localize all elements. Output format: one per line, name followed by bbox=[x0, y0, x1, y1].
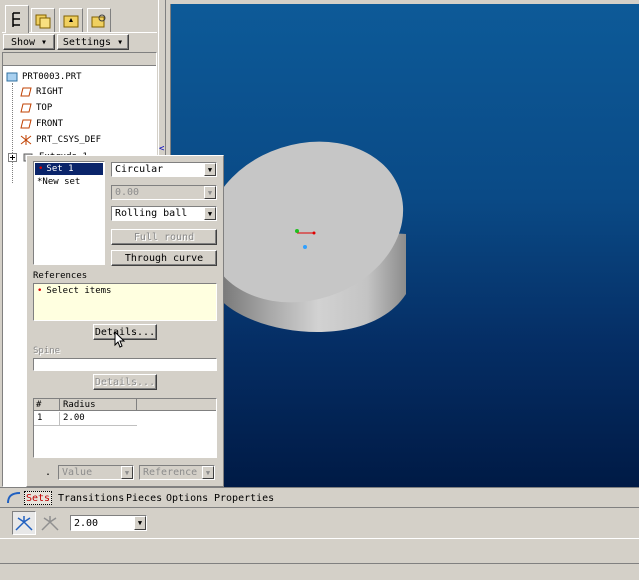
bullet-icon: . bbox=[45, 467, 52, 478]
graphics-viewport[interactable] bbox=[170, 4, 639, 487]
cylinder-model[interactable] bbox=[171, 4, 639, 487]
tab-transitions[interactable]: Transitions bbox=[58, 491, 124, 505]
tree-item-label: PRT_CSYS_DEF bbox=[36, 135, 102, 145]
column-header-number: # bbox=[36, 400, 42, 410]
expand-icon[interactable] bbox=[5, 151, 19, 163]
value-select-label: Value bbox=[62, 467, 93, 478]
tab-sets[interactable]: Sets bbox=[24, 491, 53, 505]
reference-select: Reference ▼ bbox=[139, 465, 215, 480]
connections-icon bbox=[91, 14, 106, 27]
tree-item-top[interactable]: TOP bbox=[19, 101, 52, 115]
tree-item-label: PRT0003.PRT bbox=[22, 72, 82, 82]
tree-item-front[interactable]: FRONT bbox=[19, 117, 63, 131]
dimension-select: 0.00 ▼ bbox=[111, 185, 217, 200]
set-mode-icon bbox=[15, 516, 33, 531]
radius-value-combo[interactable]: 2.00 ▼ bbox=[70, 515, 147, 531]
tree-item-csys[interactable]: PRT_CSYS_DEF bbox=[19, 133, 101, 147]
settings-menu-button[interactable]: Settings ▾ bbox=[57, 34, 129, 50]
column-header-radius: Radius bbox=[63, 400, 96, 410]
row-radius-value[interactable]: 2.00 bbox=[63, 413, 85, 423]
chevron-down-icon[interactable]: ▼ bbox=[204, 163, 216, 176]
part-icon bbox=[5, 71, 19, 83]
tree-item-label: FRONT bbox=[36, 119, 64, 129]
folder-browser-icon bbox=[35, 14, 51, 28]
reference-select-label: Reference bbox=[143, 467, 198, 478]
chevron-down-icon[interactable]: ▼ bbox=[204, 207, 216, 220]
collapse-arrow-icon[interactable]: < bbox=[159, 144, 164, 154]
radius-table[interactable]: # Radius 1 2.00 bbox=[33, 398, 217, 458]
set-item-selected[interactable]: • Set 1 bbox=[35, 163, 103, 175]
tree-item-label: TOP bbox=[36, 103, 53, 113]
datum-plane-icon bbox=[19, 102, 33, 114]
tree-item-label: RIGHT bbox=[36, 87, 64, 97]
chevron-down-icon: ▼ bbox=[204, 186, 216, 199]
navigator-tab-favorites[interactable] bbox=[59, 8, 83, 32]
tree-column-header bbox=[3, 53, 156, 66]
dimension-value: 0.00 bbox=[115, 187, 140, 198]
show-menu-button[interactable]: Show ▾ bbox=[3, 34, 55, 50]
tree-item-right[interactable]: RIGHT bbox=[19, 85, 63, 99]
navigator-tab-folder-browser[interactable] bbox=[31, 8, 55, 32]
set-item-new[interactable]: *New set bbox=[37, 177, 80, 187]
references-label: References bbox=[33, 271, 88, 281]
favorites-icon bbox=[63, 15, 79, 27]
axis-marker bbox=[303, 245, 307, 249]
spine-label: Spine bbox=[33, 346, 61, 356]
datum-plane-icon bbox=[19, 86, 33, 98]
spine-details-button: Details... bbox=[93, 374, 157, 390]
transition-mode-button[interactable] bbox=[38, 511, 62, 535]
column-divider bbox=[59, 412, 60, 426]
set-mode-button[interactable] bbox=[12, 511, 36, 535]
table-row[interactable]: 1 2.00 bbox=[34, 412, 137, 426]
datum-plane-icon bbox=[19, 118, 33, 130]
tab-pieces[interactable]: Pieces bbox=[126, 491, 162, 505]
radius-value: 2.00 bbox=[74, 517, 99, 529]
references-placeholder: Select items bbox=[46, 286, 112, 296]
model-tree-icon bbox=[12, 11, 20, 27]
transition-mode-icon bbox=[41, 516, 59, 531]
round-method-value: Rolling ball bbox=[115, 208, 188, 219]
tab-properties[interactable]: Properties bbox=[214, 491, 274, 505]
row-number: 1 bbox=[37, 413, 43, 423]
references-collector[interactable]: • Select items bbox=[33, 283, 217, 321]
round-method-select[interactable]: Rolling ball ▼ bbox=[111, 206, 217, 221]
column-divider bbox=[136, 399, 137, 411]
navigator-tab-model-tree[interactable] bbox=[5, 5, 29, 33]
sets-list[interactable]: • Set 1 *New set bbox=[33, 161, 105, 265]
chevron-down-icon: ▼ bbox=[202, 466, 214, 479]
mouse-cursor-icon bbox=[114, 331, 126, 348]
shape-type-value: Circular bbox=[115, 164, 164, 175]
tab-options[interactable]: Options bbox=[166, 491, 208, 505]
spine-collector bbox=[33, 358, 217, 371]
tree-connector bbox=[12, 83, 13, 183]
status-bar bbox=[0, 563, 639, 580]
through-curve-button[interactable]: Through curve bbox=[111, 250, 217, 266]
set-item-label: Set 1 bbox=[46, 164, 74, 174]
required-dot-icon: • bbox=[37, 286, 43, 296]
set-status-dot-icon: • bbox=[38, 164, 44, 174]
round-tool-icon bbox=[7, 492, 21, 504]
csys-icon bbox=[19, 134, 33, 146]
tree-item-part[interactable]: PRT0003.PRT bbox=[5, 70, 82, 84]
column-divider bbox=[59, 399, 60, 411]
radius-table-header: # Radius bbox=[34, 399, 216, 411]
full-round-button: Full round bbox=[111, 229, 217, 245]
csys-origin-marker bbox=[295, 229, 299, 233]
chevron-down-icon[interactable]: ▼ bbox=[134, 516, 146, 530]
shape-type-select[interactable]: Circular ▼ bbox=[111, 162, 217, 177]
value-select: Value ▼ bbox=[58, 465, 134, 480]
chevron-down-icon: ▼ bbox=[121, 466, 133, 479]
navigator-tab-connections[interactable] bbox=[87, 8, 111, 32]
